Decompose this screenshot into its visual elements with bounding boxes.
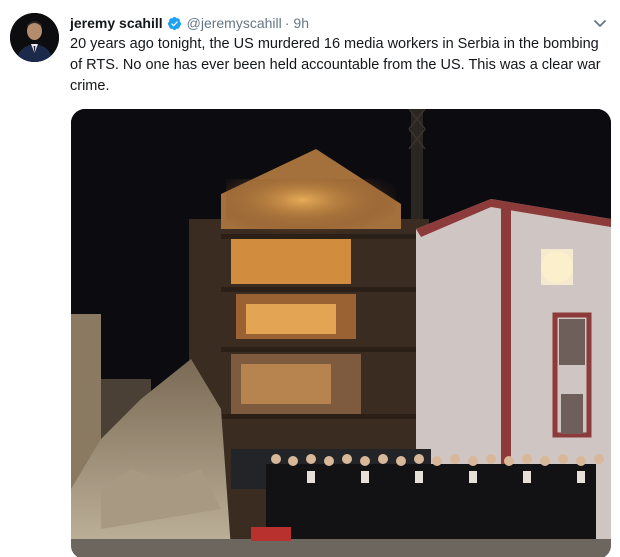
tweet-header: jeremy scahill @jeremyscahill · 9h <box>70 13 309 33</box>
avatar-image <box>10 13 59 62</box>
tweet-photo[interactable] <box>71 109 611 557</box>
tweet-timestamp[interactable]: 9h <box>293 15 309 31</box>
tweet-card: jeremy scahill @jeremyscahill · 9h 20 ye… <box>0 0 620 557</box>
verified-badge-icon <box>167 16 182 31</box>
photo-image <box>71 109 611 557</box>
header-separator: · <box>284 15 290 31</box>
author-name[interactable]: jeremy scahill <box>70 15 163 31</box>
author-handle[interactable]: @jeremyscahill <box>187 15 282 31</box>
author-avatar[interactable] <box>10 13 59 62</box>
chevron-down-icon[interactable] <box>592 15 608 31</box>
tweet-text: 20 years ago tonight, the US murdered 16… <box>70 36 601 94</box>
